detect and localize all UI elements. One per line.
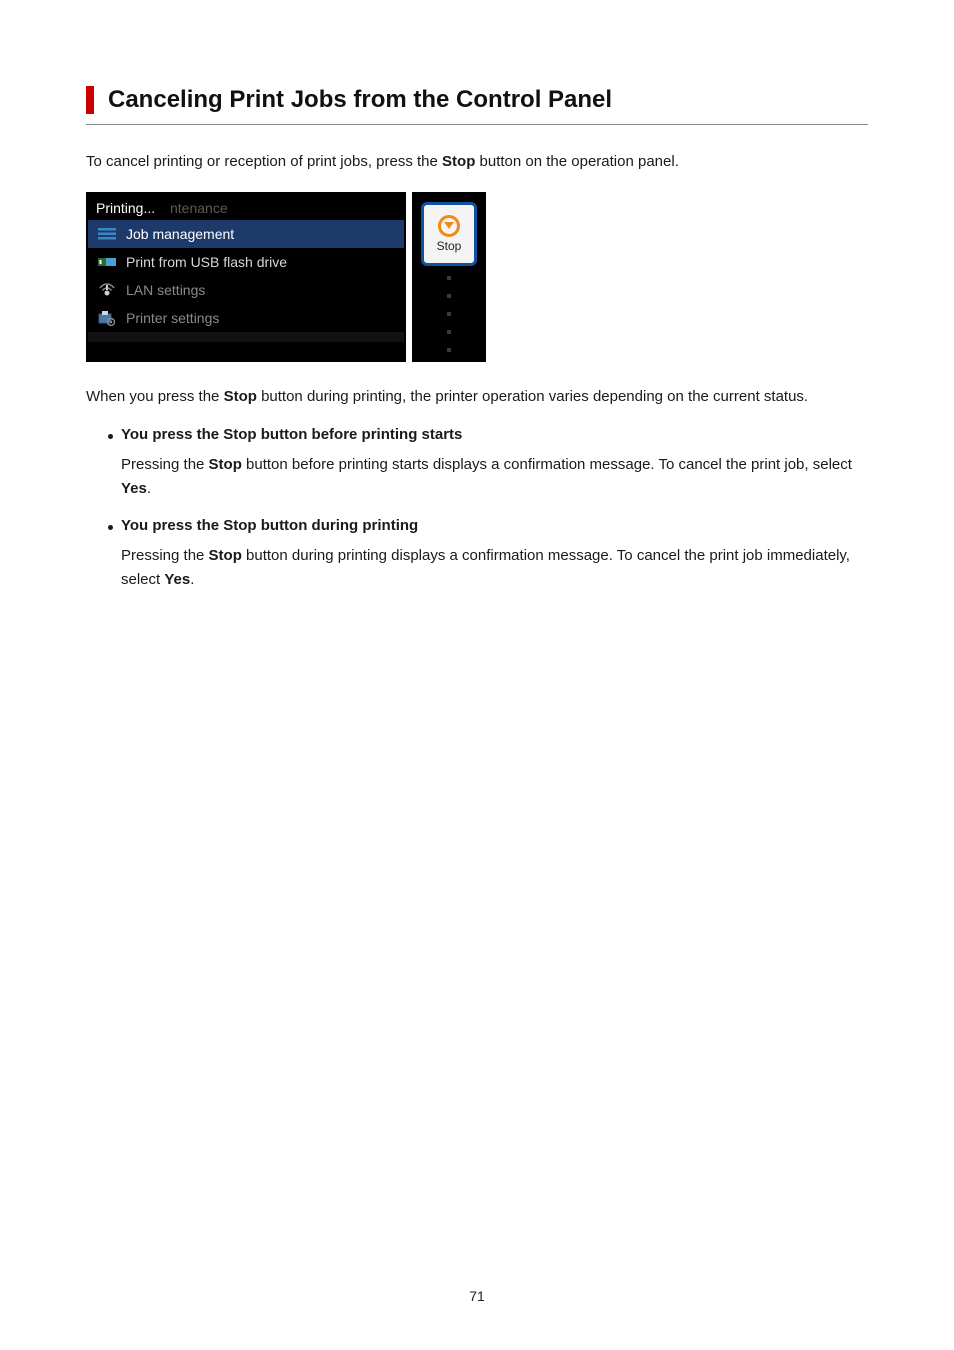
menu-item-label: Job management bbox=[126, 226, 234, 242]
menu-item-usb[interactable]: Print from USB flash drive bbox=[88, 248, 404, 276]
title-row: Canceling Print Jobs from the Control Pa… bbox=[86, 86, 868, 114]
menu-item-lan[interactable]: LAN settings bbox=[88, 276, 404, 304]
bullet-1: You press the Stop button before printin… bbox=[108, 426, 868, 501]
stop-button[interactable]: Stop bbox=[421, 202, 477, 266]
bb-post: . bbox=[190, 571, 194, 588]
usb-icon bbox=[98, 254, 116, 270]
bullet-body: Pressing the Stop button during printing… bbox=[121, 544, 868, 592]
screen-status-text: Printing... bbox=[96, 200, 155, 216]
title-underline bbox=[86, 124, 868, 125]
bb-b2: Yes bbox=[121, 480, 147, 497]
bb-pre: Pressing the bbox=[121, 456, 209, 473]
bb-b1: Stop bbox=[209, 456, 242, 473]
printer-settings-icon bbox=[98, 310, 116, 326]
bullet-heading: You press the Stop button before printin… bbox=[108, 426, 868, 443]
page-root: Canceling Print Jobs from the Control Pa… bbox=[0, 0, 954, 1350]
bb-b1: Stop bbox=[209, 547, 242, 564]
p2-post: button during printing, the printer oper… bbox=[257, 388, 808, 405]
bb-b2: Yes bbox=[164, 571, 190, 588]
intro-bold: Stop bbox=[442, 153, 475, 170]
screen-footer bbox=[88, 332, 404, 342]
lan-icon bbox=[98, 282, 116, 298]
bullet-heading-text: You press the Stop button during printin… bbox=[121, 517, 418, 534]
list-icon bbox=[98, 226, 116, 242]
bullet-heading: You press the Stop button during printin… bbox=[108, 517, 868, 534]
printer-panel-figure: ntenance Printing... Job management bbox=[86, 192, 486, 362]
stop-column: Stop bbox=[412, 192, 486, 362]
bb-mid: button before printing starts displays a… bbox=[242, 456, 852, 473]
menu-item-label: LAN settings bbox=[126, 282, 205, 298]
intro-pre: To cancel printing or reception of print… bbox=[86, 153, 442, 170]
bullet-dot-icon bbox=[108, 434, 113, 439]
stop-button-label: Stop bbox=[437, 239, 462, 253]
bullet-2: You press the Stop button during printin… bbox=[108, 517, 868, 592]
bullet-dot-icon bbox=[108, 525, 113, 530]
screen-header: ntenance Printing... bbox=[88, 194, 404, 220]
menu-item-label: Print from USB flash drive bbox=[126, 254, 287, 270]
bb-post: . bbox=[147, 480, 151, 497]
p2-bold: Stop bbox=[224, 388, 257, 405]
intro-text: To cancel printing or reception of print… bbox=[86, 151, 868, 174]
intro-post: button on the operation panel. bbox=[475, 153, 679, 170]
panel-dots bbox=[447, 276, 451, 352]
stop-icon bbox=[438, 215, 460, 237]
printer-screen: ntenance Printing... Job management bbox=[86, 192, 406, 362]
paragraph-2: When you press the Stop button during pr… bbox=[86, 386, 868, 409]
bb-pre: Pressing the bbox=[121, 547, 209, 564]
bullet-body: Pressing the Stop button before printing… bbox=[121, 453, 868, 501]
menu-list: Job management Print from USB flash driv… bbox=[88, 220, 404, 332]
bullet-heading-text: You press the Stop button before printin… bbox=[121, 426, 462, 443]
menu-item-job-management[interactable]: Job management bbox=[88, 220, 404, 248]
page-number: 71 bbox=[0, 1288, 954, 1304]
bullet-list: You press the Stop button before printin… bbox=[108, 426, 868, 592]
screen-ghost-text: ntenance bbox=[170, 200, 228, 216]
menu-item-label: Printer settings bbox=[126, 310, 219, 326]
page-title: Canceling Print Jobs from the Control Pa… bbox=[108, 86, 868, 114]
menu-item-printer[interactable]: Printer settings bbox=[88, 304, 404, 332]
p2-pre: When you press the bbox=[86, 388, 224, 405]
